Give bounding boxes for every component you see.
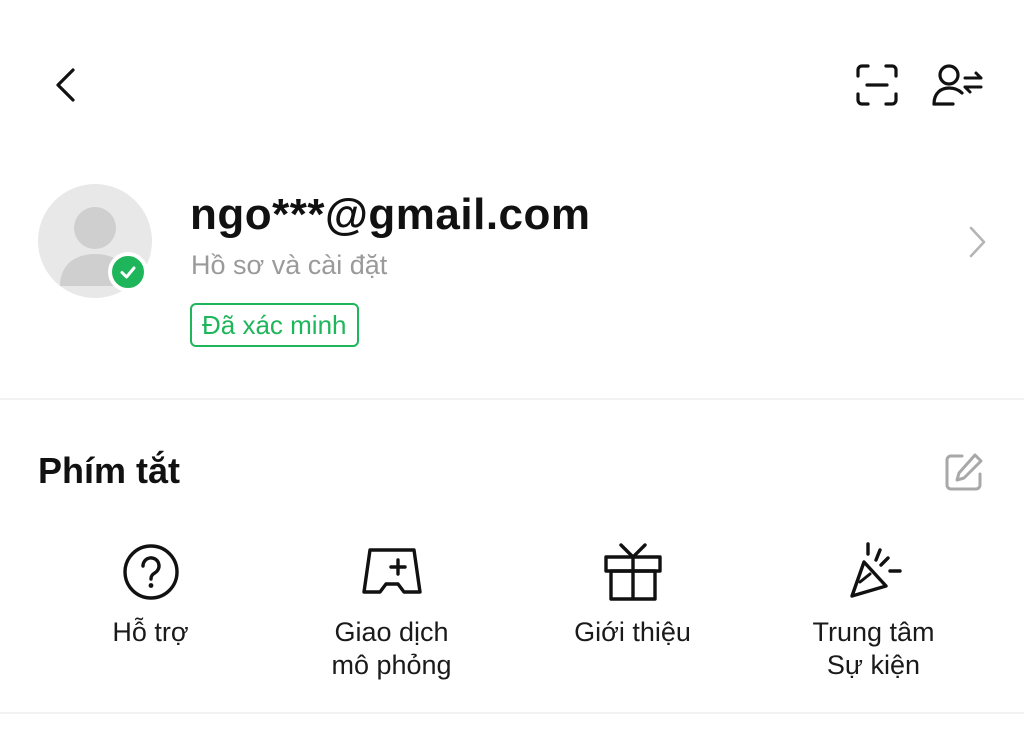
- user-switch-icon: [932, 64, 983, 106]
- verified-badge: Đã xác minh: [190, 303, 359, 347]
- back-button[interactable]: [44, 62, 90, 108]
- help-circle-icon: [122, 544, 179, 600]
- user-email: ngo***@gmail.com: [190, 190, 591, 239]
- shortcut-label: Hỗ trợ: [112, 617, 189, 647]
- shortcut-label: Giao dịch mô phỏng: [331, 617, 452, 680]
- profile-settings-label: Hồ sơ và cài đặt: [191, 250, 388, 280]
- shortcut-referral[interactable]: Giới thiệu: [512, 540, 753, 700]
- shortcut-demo-trading[interactable]: Giao dịch mô phỏng: [271, 540, 512, 700]
- gift-icon: [603, 543, 662, 601]
- verified-check-icon: [108, 252, 148, 292]
- shortcut-event-center[interactable]: Trung tâm Sự kiện: [753, 540, 994, 700]
- scan-button[interactable]: [852, 60, 902, 110]
- profile-card[interactable]: ngo***@gmail.com Hồ sơ và cài đặt Đã xác…: [0, 170, 1024, 398]
- party-popper-icon: [849, 542, 902, 598]
- demo-trading-icon: [361, 548, 422, 594]
- edit-shortcuts-button[interactable]: [942, 450, 986, 494]
- shortcuts-title: Phím tắt: [38, 450, 181, 491]
- shortcut-support[interactable]: Hỗ trợ: [30, 540, 271, 700]
- chevron-left-icon: [56, 68, 75, 102]
- top-bar: [0, 0, 1024, 170]
- section-divider: [0, 712, 1024, 714]
- switch-account-button[interactable]: [930, 60, 986, 110]
- section-divider: [0, 398, 1024, 400]
- shortcut-label: Giới thiệu: [574, 617, 691, 647]
- scan-icon: [856, 64, 898, 106]
- chevron-right-icon: [962, 222, 992, 262]
- edit-icon: [945, 453, 983, 491]
- shortcut-grid: Hỗ trợ Giao dịch mô phỏng Giới thiệu Tru…: [30, 540, 994, 700]
- shortcut-label: Trung tâm Sự kiện: [812, 617, 935, 680]
